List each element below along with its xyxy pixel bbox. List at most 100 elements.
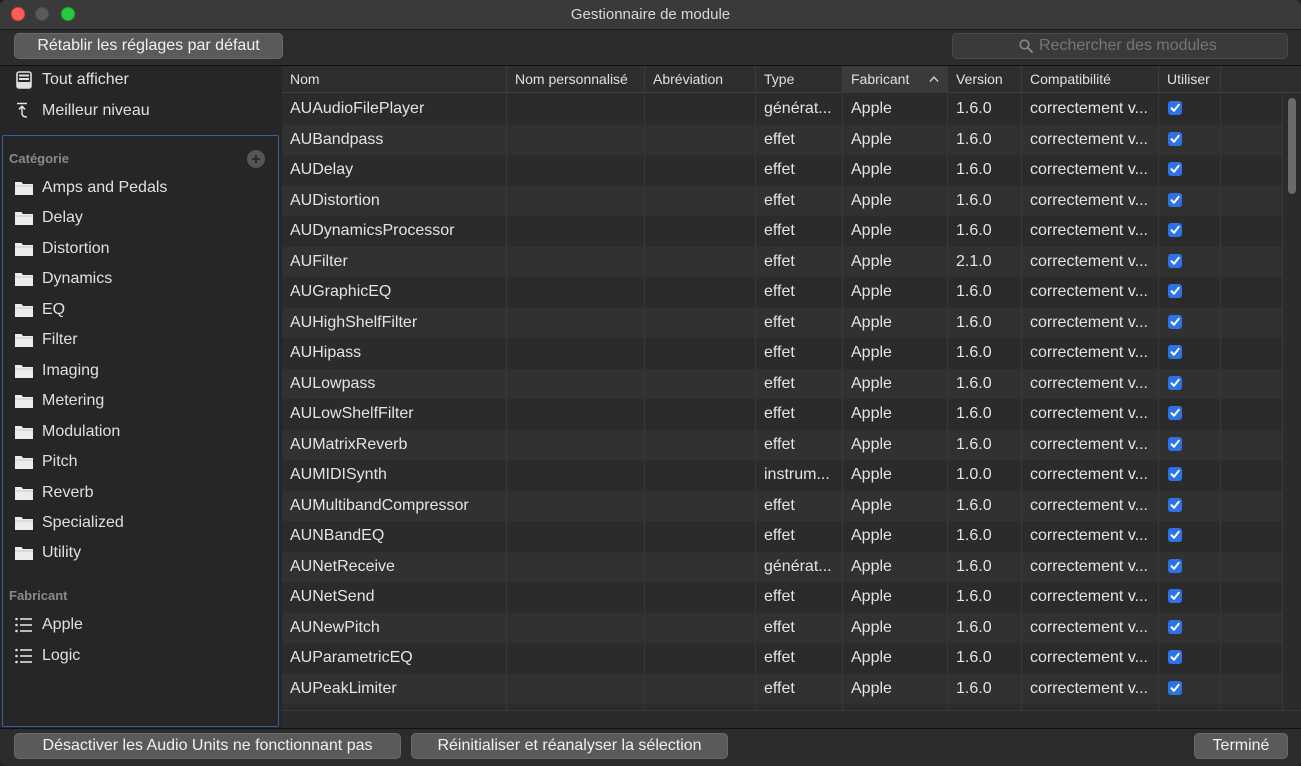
horizontal-scrollbar[interactable] — [282, 710, 1301, 728]
sidebar-category-item[interactable]: Specialized — [14, 510, 276, 536]
use-checkbox[interactable] — [1168, 406, 1182, 420]
table-row[interactable]: AUDistortion effet Apple 1.6.0 correctement … — [282, 185, 1282, 216]
sidebar-item-label: Tout afficher — [42, 71, 129, 88]
table-row[interactable]: AUMIDISynth instrum... Apple 1.0.0 correctem… — [282, 460, 1282, 491]
use-checkbox[interactable] — [1168, 314, 1182, 329]
use-checkbox[interactable] — [1168, 589, 1182, 603]
table-row[interactable]: AUGraphicEQ effet Apple 1.6.0 correctement v… — [282, 277, 1282, 308]
sidebar-category-item[interactable]: EQ — [14, 297, 276, 323]
table-row[interactable]: AUHipass effet Apple 1.6.0 correctement v... — [282, 338, 1282, 369]
cell-compatibility: correctement v... — [1030, 191, 1148, 209]
window-title: Gestionnaire de module — [570, 6, 731, 23]
cell-type: effet — [764, 130, 795, 148]
use-checkbox[interactable] — [1168, 436, 1182, 451]
checkmark-icon — [1170, 469, 1180, 478]
sidebar-category-item[interactable]: Utility — [14, 540, 276, 566]
cell-version: 1.6.0 — [956, 679, 992, 697]
cell-name: AUNetSend — [290, 588, 375, 605]
checkmark-icon — [1170, 286, 1180, 295]
use-checkbox[interactable] — [1168, 650, 1182, 664]
scrollbar-thumb[interactable] — [1288, 98, 1296, 194]
checkmark-icon — [1170, 256, 1180, 265]
sidebar-manufacturer-item[interactable]: Apple — [14, 612, 276, 638]
column-header-manufacturer[interactable]: Fabricant — [843, 66, 948, 93]
use-checkbox[interactable] — [1168, 131, 1182, 146]
table-row[interactable]: AUNewPitch effet Apple 1.6.0 correctement v.… — [282, 612, 1282, 643]
table-row[interactable]: AUMatrixReverb effet Apple 1.6.0 correctemen… — [282, 429, 1282, 460]
cell-compatibility: correctement v... — [1030, 130, 1148, 148]
sidebar-category-item[interactable]: Filter — [14, 327, 276, 353]
vertical-scrollbar[interactable] — [1282, 94, 1301, 710]
table-row[interactable]: AUHighShelfFilter effet Apple 1.6.0 correcte… — [282, 307, 1282, 338]
folder-icon — [15, 547, 33, 561]
cell-version: 2.1.0 — [956, 252, 992, 270]
column-header-version[interactable]: Version — [948, 66, 1022, 93]
use-checkbox[interactable] — [1168, 284, 1182, 298]
column-header-name[interactable]: Nom — [282, 66, 507, 93]
sidebar-category-item[interactable]: Metering — [14, 388, 276, 414]
disable-failed-audio-units-button[interactable]: Désactiver les Audio Units ne fonctionna… — [14, 733, 401, 759]
table-row[interactable]: AUBandpass effet Apple 1.6.0 correctement v.… — [282, 124, 1282, 155]
sidebar-item-show-all[interactable]: Tout afficher — [14, 67, 276, 93]
search-input[interactable] — [1039, 36, 1279, 56]
table-row[interactable]: AULowpass effet Apple 1.6.0 correctement v..… — [282, 368, 1282, 399]
use-checkbox[interactable] — [1168, 253, 1182, 268]
column-header-type[interactable]: Type — [756, 66, 843, 93]
use-checkbox[interactable] — [1168, 192, 1182, 207]
sidebar-category-item[interactable]: Dynamics — [14, 266, 276, 292]
table-row[interactable]: AUDelay effet Apple 1.6.0 correctement v... — [282, 155, 1282, 186]
table-row[interactable]: AUFilter effet Apple 2.1.0 correctement v... — [282, 246, 1282, 277]
use-checkbox[interactable] — [1168, 223, 1182, 237]
cell-version: 1.6.0 — [956, 344, 992, 361]
sidebar-category-item[interactable]: Delay — [14, 205, 276, 231]
column-header-use[interactable]: Utiliser — [1159, 66, 1221, 93]
sidebar-category-item[interactable]: Modulation — [14, 419, 276, 445]
reset-rescan-selection-button[interactable]: Réinitialiser et réanalyser la sélection — [411, 733, 728, 759]
column-header-abbreviation[interactable]: Abréviation — [645, 66, 756, 93]
table-row[interactable]: AUParametricEQ effet Apple 1.6.0 correctemen… — [282, 643, 1282, 674]
sidebar-category-item[interactable]: Pitch — [14, 449, 276, 475]
cell-manufacturer: Apple — [851, 588, 892, 605]
cell-type: effet — [764, 344, 795, 361]
use-checkbox[interactable] — [1168, 680, 1182, 695]
use-checkbox[interactable] — [1168, 375, 1182, 390]
column-header-custom-name[interactable]: Nom personnalisé — [507, 66, 645, 93]
use-checkbox[interactable] — [1168, 619, 1182, 634]
use-checkbox[interactable] — [1168, 101, 1182, 115]
sidebar-category-item[interactable]: Distortion — [14, 236, 276, 262]
cell-compatibility: correctement v... — [1030, 588, 1148, 605]
use-checkbox[interactable] — [1168, 558, 1182, 573]
use-checkbox[interactable] — [1168, 497, 1182, 512]
cell-type: effet — [764, 313, 795, 331]
column-header-compatibility[interactable]: Compatibilité — [1022, 66, 1159, 93]
sidebar-category-item[interactable]: Imaging — [14, 358, 276, 384]
table-row[interactable]: AUDynamicsProcessor effet Apple 1.6.0 correc… — [282, 216, 1282, 247]
table-row[interactable]: AUNetSend effet Apple 1.6.0 correctement v..… — [282, 582, 1282, 613]
cell-version: 1.0.0 — [956, 466, 992, 483]
use-checkbox[interactable] — [1168, 345, 1182, 359]
checkmark-icon — [1170, 500, 1180, 509]
table-row[interactable]: AUNetReceive générat... Apple 1.6.0 correcte… — [282, 551, 1282, 582]
cell-compatibility: correctement v... — [1030, 252, 1148, 270]
sidebar-item-top-level[interactable]: Meilleur niveau — [14, 98, 276, 124]
sidebar-category-item[interactable]: Amps and Pedals — [14, 175, 276, 201]
use-checkbox[interactable] — [1168, 162, 1182, 176]
add-category-button[interactable] — [247, 150, 265, 168]
table-row[interactable]: AUMultibandCompressor effet Apple 1.6.0 corr… — [282, 490, 1282, 521]
done-button[interactable]: Terminé — [1194, 733, 1288, 759]
checkmark-icon — [1170, 683, 1180, 692]
reset-defaults-button[interactable]: Rétablir les réglages par défaut — [14, 33, 283, 59]
cell-manufacturer: Apple — [851, 496, 892, 514]
cell-manufacturer: Apple — [851, 161, 892, 178]
folder-icon — [15, 516, 33, 530]
sidebar-manufacturer-item[interactable]: Logic — [14, 643, 276, 669]
use-checkbox[interactable] — [1168, 467, 1182, 481]
sidebar-category-item[interactable]: Reverb — [14, 480, 276, 506]
use-checkbox[interactable] — [1168, 528, 1182, 542]
cell-type: effet — [764, 405, 795, 422]
table-row[interactable]: AULowShelfFilter effet Apple 1.6.0 correctem… — [282, 399, 1282, 430]
table-row[interactable]: AUAudioFilePlayer générat... Apple 1.6.0 cor… — [282, 94, 1282, 125]
table-row[interactable]: AUPeakLimiter effet Apple 1.6.0 correctement… — [282, 673, 1282, 704]
table-row[interactable]: AUNBandEQ effet Apple 1.6.0 correctement v..… — [282, 521, 1282, 552]
search-field[interactable] — [952, 33, 1288, 59]
